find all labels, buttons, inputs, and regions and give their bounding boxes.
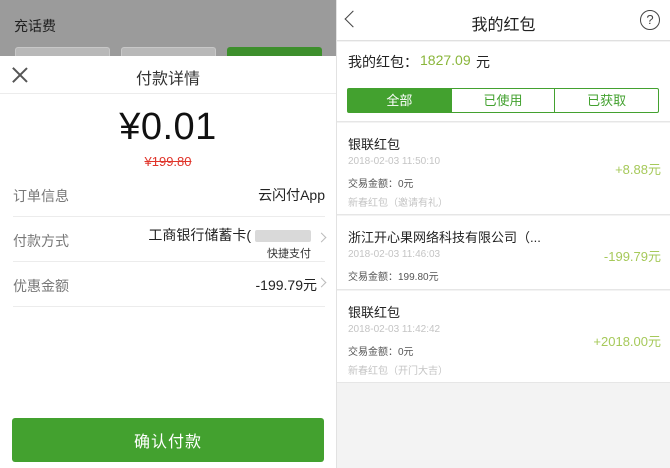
- item-time: 2018-02-03 11:42:42: [348, 324, 441, 335]
- confirm-payment-button[interactable]: 确认付款: [12, 418, 324, 462]
- item-title: 银联红包: [348, 305, 401, 320]
- item-time: 2018-02-03 11:50:10: [348, 156, 441, 167]
- order-info-label: 订单信息: [13, 188, 69, 204]
- balance-label: 我的红包：: [348, 54, 418, 70]
- payment-method-sub: 快捷支付: [267, 248, 311, 260]
- filter-tabs-bar: 全部 已使用 已获取: [337, 78, 670, 122]
- item-amount: -199.79元: [603, 249, 661, 264]
- payment-details-sheet: 付款详情 ¥0.01 ¥199.80 订单信息 云闪付App 付款方式 工商银行…: [0, 56, 336, 468]
- order-info-value: 云闪付App: [258, 187, 325, 203]
- balance-value: 1827.09: [420, 52, 471, 68]
- item-trade-amount: 交易金额：0元: [348, 347, 414, 358]
- payment-details-screen: 充话费 付款详情 ¥0.01 ¥199.80 订单信息 云闪付App 付款方式 …: [0, 0, 336, 468]
- original-amount: ¥199.80: [144, 154, 192, 169]
- chevron-right-icon: [316, 277, 327, 288]
- tab-all[interactable]: 全部: [348, 89, 451, 112]
- payment-amount: ¥0.01: [119, 106, 217, 148]
- my-red-packets-screen: 我的红包 ? 我的红包： 1827.09 元 全部 已使用 已获取 银联红包 2…: [337, 0, 670, 468]
- item-trade-amount: 交易金额：0元: [348, 179, 414, 190]
- filter-tabs: 全部 已使用 已获取: [347, 88, 659, 113]
- discount-value: -199.79元: [255, 277, 317, 293]
- red-packet-balance: 我的红包： 1827.09 元: [337, 42, 670, 78]
- payment-method-row[interactable]: 付款方式 工商银行储蓄卡( 快捷支付: [13, 217, 327, 262]
- discount-label: 优惠金额: [13, 278, 69, 294]
- page-title: 我的红包: [471, 17, 536, 34]
- item-title: 银联红包: [348, 137, 401, 152]
- help-icon[interactable]: ?: [640, 10, 660, 30]
- background-page-title: 充话费: [14, 18, 56, 34]
- item-note: 新春红包（邀请有礼）: [348, 198, 448, 209]
- item-amount: +2018.00元: [593, 334, 661, 349]
- item-note: 新春红包（开门大吉）: [348, 366, 448, 377]
- discount-row[interactable]: 优惠金额 -199.79元: [13, 262, 327, 307]
- item-amount: +8.88元: [615, 162, 661, 177]
- item-time: 2018-02-03 11:46:03: [348, 249, 441, 260]
- tab-used[interactable]: 已使用: [450, 89, 555, 112]
- tab-obtained[interactable]: 已获取: [554, 89, 658, 112]
- balance-unit: 元: [476, 54, 490, 70]
- red-packet-item[interactable]: 银联红包 2018-02-03 11:50:10 交易金额：0元 新春红包（邀请…: [337, 123, 670, 215]
- payment-card-name: 工商银行储蓄卡(: [148, 227, 251, 243]
- red-packet-item[interactable]: 浙江开心果网络科技有限公司（... 2018-02-03 11:46:03 交易…: [337, 216, 670, 290]
- item-trade-amount: 交易金额：199.80元: [348, 272, 439, 283]
- masked-card-number: [255, 230, 311, 243]
- nav-bar: 我的红包 ?: [337, 0, 670, 41]
- item-title: 浙江开心果网络科技有限公司（...: [348, 230, 541, 245]
- payment-method-value: 工商银行储蓄卡(: [148, 225, 311, 245]
- red-packet-item[interactable]: 银联红包 2018-02-03 11:42:42 交易金额：0元 新春红包（开门…: [337, 291, 670, 383]
- order-info-row: 订单信息 云闪付App: [13, 172, 325, 217]
- sheet-title: 付款详情: [135, 71, 200, 88]
- sheet-header: 付款详情: [0, 56, 336, 94]
- chevron-right-icon: [316, 232, 327, 243]
- payment-method-label: 付款方式: [13, 233, 69, 249]
